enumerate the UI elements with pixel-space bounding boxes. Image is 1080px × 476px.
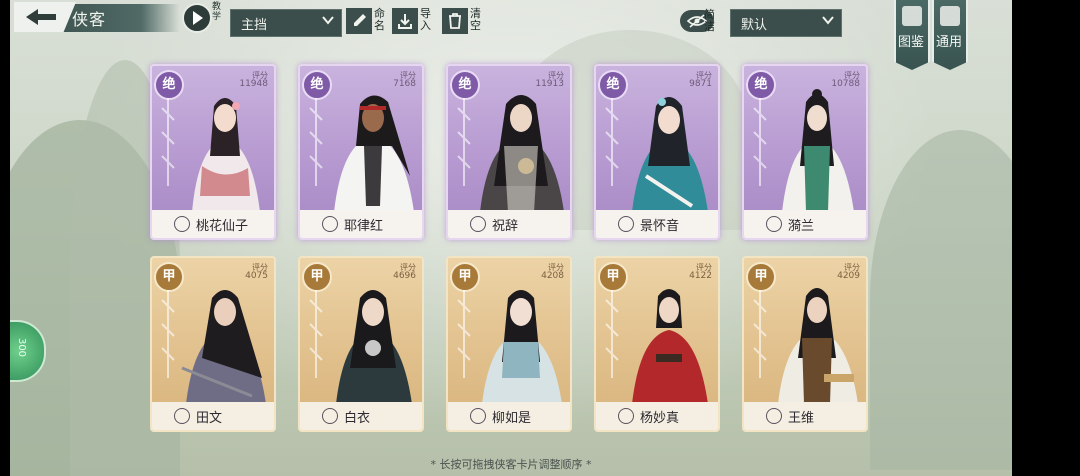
name-bar: 耶律红 [300,210,422,238]
tutorial-button[interactable] [182,3,212,33]
hero-card[interactable]: 甲 评分 4075 田文 [150,256,276,432]
weapon-icon [174,408,190,424]
team-select-value: 主挡 [241,18,268,33]
name-bar: 柳如是 [448,402,570,430]
hero-card[interactable]: 绝 评分 10788 漪兰 [742,64,868,240]
page-title: 侠客 [72,10,107,29]
scroll-icon [940,6,960,26]
name-bar: 祝辞 [448,210,570,238]
hero-portrait [632,97,708,212]
team-select[interactable]: 主挡 [230,9,342,37]
hero-portrait [632,289,708,404]
name-bar: 景怀音 [596,210,718,238]
hero-card[interactable]: 绝 评分 11948 桃花仙子 [150,64,276,240]
weapon-icon [618,408,634,424]
hero-card[interactable]: 绝 评分 9871 景怀音 [594,64,720,240]
faction-icon [766,216,782,232]
hero-card[interactable]: 绝 评分 7168 耶律红 [298,64,424,240]
hero-card[interactable]: 甲 评分 4208 柳如是 [446,256,572,432]
faction-icon [618,216,634,232]
faction-icon [470,216,486,232]
chevron-down-icon [822,16,834,25]
atlas-tab-label: 图鉴 [898,35,925,50]
sort-select[interactable]: 默认 [730,9,842,37]
name-bar: 杨妙真 [596,402,718,430]
hero-portrait [181,290,266,404]
hero-card[interactable]: 绝 评分 11913 祝辞 [446,64,572,240]
badge-text: 300 [16,337,28,358]
hero-name: 田文 [196,411,223,426]
play-icon [193,11,203,25]
drag-hint: * 长按可拖拽侠客卡片调整顺序 * [430,458,592,471]
hero-portrait [192,98,260,212]
hero-name: 杨妙真 [640,411,680,426]
hero-portrait [336,290,412,404]
hero-card[interactable]: 甲 评分 4209 王维 [742,256,868,432]
name-bar: 白衣 [300,402,422,430]
hero-name: 柳如是 [492,411,532,426]
shield-icon [322,408,338,424]
hero-portrait [782,89,854,212]
brush-icon [354,14,366,26]
back-arrow-icon [26,9,56,25]
hero-name: 王维 [788,411,815,426]
general-tab-label: 通用 [936,35,963,50]
name-bar: 漪兰 [744,210,866,238]
tutorial-label: 教学 [212,2,222,22]
rename-button[interactable] [346,8,372,34]
general-tab[interactable]: 通用 [932,0,968,70]
name-bar: 王维 [744,402,866,430]
hero-portrait [334,95,414,212]
faction-icon [322,216,338,232]
book-icon [902,6,922,26]
game-screen: 侠客 教学 主挡 命名 导入 清空 简洁 默认 图鉴 通用 300 绝 评分 1… [10,0,1012,476]
hero-name: 漪兰 [788,219,815,234]
hero-name: 祝辞 [492,219,519,234]
hero-card[interactable]: 甲 评分 4122 杨妙真 [594,256,720,432]
simple-mode-label: 简洁 [704,8,715,33]
top-bar: 侠客 教学 主挡 命名 导入 清空 简洁 默认 [10,0,1012,40]
import-label: 导入 [420,7,431,32]
faction-icon [174,216,190,232]
name-bar: 桃花仙子 [152,210,274,238]
mountain-decoration [870,130,1012,470]
hero-name: 桃花仙子 [196,219,249,234]
name-bar: 田文 [152,402,274,430]
sort-select-value: 默认 [741,18,768,33]
chevron-down-icon [322,16,334,25]
hero-name: 耶律红 [344,219,384,234]
clear-label: 清空 [470,7,481,32]
import-button[interactable] [392,8,418,34]
trash-icon [449,13,461,29]
rename-label: 命名 [374,7,385,32]
hero-name: 景怀音 [640,219,680,234]
hero-portrait [482,290,562,404]
hero-portrait [778,288,858,404]
faction-icon [766,408,782,424]
hero-card[interactable]: 甲 评分 4696 白衣 [298,256,424,432]
weapon-icon [470,408,486,424]
download-icon [398,14,412,29]
hero-name: 白衣 [344,411,371,426]
atlas-tab[interactable]: 图鉴 [894,0,930,70]
clear-button[interactable] [442,8,468,34]
hero-portrait [480,95,564,212]
